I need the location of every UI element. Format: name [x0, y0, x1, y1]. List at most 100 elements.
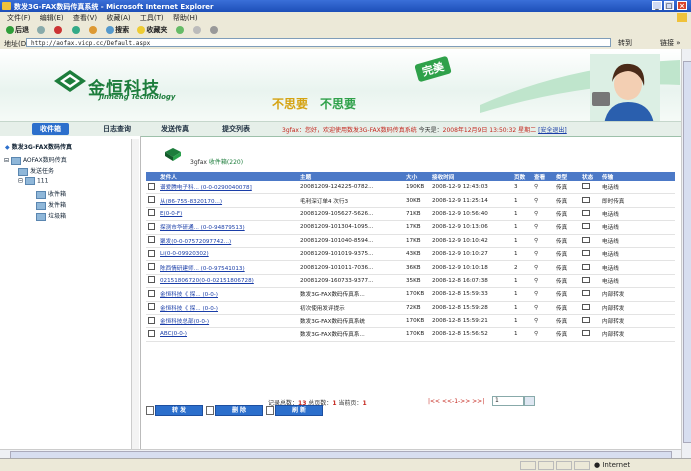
checkbox-icon[interactable] — [148, 289, 155, 297]
checkbox-icon[interactable] — [148, 196, 155, 204]
view-icon[interactable]: ⚲ — [532, 260, 554, 275]
table-row[interactable]: Li(0-0-09920302) 20081209-101019-9375... 4… — [146, 247, 675, 262]
menu-help[interactable]: 帮助(H) — [173, 13, 198, 23]
col-header-pages[interactable]: 页数 — [512, 172, 532, 181]
stop-button[interactable] — [54, 26, 63, 34]
sender-link[interactable]: 金恒科技《 探... (0-0-) — [158, 301, 298, 315]
select-checkbox[interactable] — [146, 181, 158, 195]
checkbox-icon[interactable] — [148, 263, 155, 271]
magnifier-icon[interactable]: ⚲ — [534, 278, 538, 284]
magnifier-icon[interactable]: ⚲ — [534, 238, 538, 244]
select-checkbox[interactable] — [146, 287, 158, 302]
view-icon[interactable]: ⚲ — [532, 193, 554, 208]
tree-user[interactable]: ⊟ 111 — [18, 177, 48, 185]
table-row[interactable]: 金恒科技《 探... (0-0-) 数发3G-FAX数码传真系... 170KB 20… — [146, 287, 675, 302]
tree-scrollbar[interactable] — [131, 139, 139, 452]
maximize-button[interactable]: □ — [664, 1, 674, 10]
select-checkbox[interactable] — [146, 327, 158, 342]
tab-send-fax[interactable]: 发送传真 — [161, 124, 189, 134]
sender-link[interactable]: 从(86-755-8320170...) — [158, 193, 298, 208]
select-checkbox[interactable] — [146, 220, 158, 235]
scroll-thumb[interactable] — [683, 61, 691, 443]
sender-link[interactable]: 探测市华研通... (0-0-94879513) — [158, 220, 298, 235]
table-row[interactable]: 陈西情研建师... (0-0-97541013) 20081209-101011-… — [146, 260, 675, 275]
menu-file[interactable]: 文件(F) — [7, 13, 31, 23]
tree-outbox[interactable]: 发件箱 — [36, 200, 66, 210]
logout-link[interactable]: [安全退出] — [538, 127, 567, 134]
checkbox-icon[interactable] — [148, 209, 155, 217]
view-icon[interactable]: ⚲ — [532, 314, 554, 329]
sender-link[interactable]: Li(0-0-09920302) — [158, 247, 298, 262]
home-button[interactable] — [88, 26, 98, 34]
checkbox-icon[interactable] — [148, 222, 155, 230]
magnifier-icon[interactable]: ⚲ — [534, 318, 538, 324]
links-button[interactable]: 链接 » — [660, 38, 681, 48]
menu-tools[interactable]: 工具(T) — [140, 13, 164, 23]
table-row[interactable]: 聚发(0-0-07572097742...) 20081209-101040-85… — [146, 234, 675, 248]
sender-link[interactable]: 陈西情研建师... (0-0-97541013) — [158, 260, 298, 275]
magnifier-icon[interactable]: ⚲ — [534, 305, 538, 311]
sender-link[interactable]: 02151806720(0-0-02151806728) — [158, 274, 298, 289]
sender-link[interactable]: 金恒科技《 探... (0-0-) — [158, 287, 298, 302]
tree-group[interactable]: ⊟ AOFAX数码传真 — [4, 155, 67, 165]
select-checkbox[interactable] — [146, 234, 158, 248]
menu-view[interactable]: 查看(V) — [73, 13, 97, 23]
tab-inbox[interactable]: 收件箱 — [32, 123, 69, 135]
checkbox-icon[interactable] — [148, 303, 155, 311]
col-header-time[interactable]: 接收时间 — [430, 172, 512, 181]
select-checkbox[interactable] — [146, 207, 158, 222]
checkbox-icon[interactable] — [148, 316, 155, 324]
select-checkbox[interactable] — [146, 274, 158, 289]
table-row[interactable]: 从(86-755-8320170...) 毛利深订单4 次行3 30KB 2008-1… — [146, 193, 675, 208]
magnifier-icon[interactable]: ⚲ — [534, 251, 538, 257]
tree-trash[interactable]: 垃圾箱 — [36, 211, 66, 221]
view-icon[interactable]: ⚲ — [532, 247, 554, 262]
magnifier-icon[interactable]: ⚲ — [534, 265, 538, 271]
favorites-button[interactable]: 收藏夹 — [137, 25, 167, 35]
tree-inbox[interactable]: 收件箱 — [36, 189, 66, 199]
checkbox-icon[interactable] — [148, 249, 155, 257]
view-icon[interactable]: ⚲ — [532, 301, 554, 315]
checkbox-icon[interactable] — [148, 236, 155, 244]
col-header-sender[interactable]: 发件人 — [158, 172, 298, 181]
address-input[interactable]: http://aofax.vicp.cc/Default.aspx — [26, 38, 611, 47]
view-icon[interactable]: ⚲ — [532, 207, 554, 222]
menu-edit[interactable]: 编辑(E) — [40, 13, 64, 23]
col-header-subject[interactable]: 主题 — [298, 172, 404, 181]
table-row[interactable]: 谱爱腾电子科... (0-0-0290040078] 20081209-12422… — [146, 181, 675, 195]
view-icon[interactable]: ⚲ — [532, 287, 554, 302]
page-go-button[interactable] — [524, 396, 535, 406]
sender-link[interactable]: 金恒科技总部(0-0-) — [158, 314, 298, 329]
magnifier-icon[interactable]: ⚲ — [534, 291, 538, 297]
mail-button[interactable] — [192, 26, 202, 34]
tab-log-query[interactable]: 日志查询 — [103, 124, 131, 134]
col-header-status[interactable]: 状态 — [580, 172, 600, 181]
close-button[interactable]: × — [677, 1, 687, 10]
magnifier-icon[interactable]: ⚲ — [534, 224, 538, 230]
minimize-button[interactable]: _ — [652, 1, 662, 10]
search-button[interactable]: 搜索 — [106, 25, 129, 35]
sender-link[interactable]: 聚发(0-0-07572097742...) — [158, 234, 298, 248]
view-icon[interactable]: ⚲ — [532, 220, 554, 235]
forward-button[interactable] — [37, 26, 46, 34]
checkbox-icon[interactable] — [148, 276, 155, 284]
table-row[interactable]: ABC(0-0-) 数发3G-FAX数码传真系... 170KB 2008-12-8 … — [146, 327, 675, 342]
refresh-button[interactable]: 刷 新 — [275, 405, 323, 416]
view-icon[interactable]: ⚲ — [532, 181, 554, 195]
media-button[interactable] — [175, 26, 185, 34]
table-row[interactable]: 金恒科技《 探... (0-0-) 初次使用发评提示 72KB 2008-12-8 1… — [146, 301, 675, 315]
table-row[interactable]: E(0-0-F) 20081209-105627-5626... 71KB 2008-… — [146, 207, 675, 222]
page-number-input[interactable]: 1 — [492, 396, 524, 406]
magnifier-icon[interactable]: ⚲ — [534, 211, 538, 217]
magnifier-icon[interactable]: ⚲ — [534, 184, 538, 190]
refresh-button[interactable] — [71, 26, 81, 34]
col-header-transfer[interactable]: 传输 — [600, 172, 675, 181]
tree-root[interactable]: ◆ 数发3G-FAX数码传真 — [5, 142, 72, 151]
magnifier-icon[interactable]: ⚲ — [534, 198, 538, 204]
sender-link[interactable]: 谱爱腾电子科... (0-0-0290040078] — [158, 181, 298, 195]
col-header-type[interactable]: 类型 — [554, 172, 580, 181]
view-icon[interactable]: ⚲ — [532, 234, 554, 248]
menu-favorites[interactable]: 收藏(A) — [106, 13, 130, 23]
table-row[interactable]: 探测市华研通... (0-0-94879513) 20081209-101304-… — [146, 220, 675, 235]
view-icon[interactable]: ⚲ — [532, 274, 554, 289]
